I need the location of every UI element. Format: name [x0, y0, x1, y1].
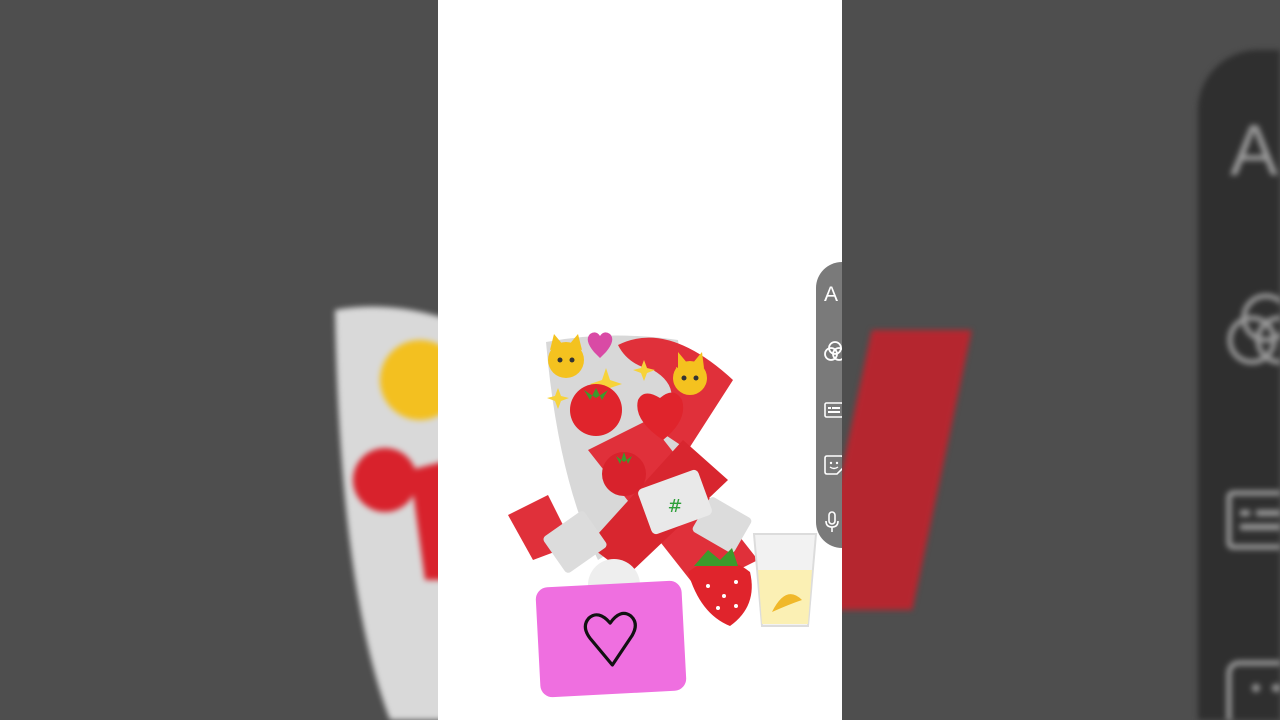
video-preview: # A: [438, 0, 842, 720]
blurred-sticker-icon: [1226, 660, 1280, 720]
blurred-toolbar: A: [1198, 50, 1280, 720]
sticker-tool-button[interactable]: [816, 447, 842, 483]
svg-text:#: #: [667, 496, 682, 517]
tomato-sticker-small: [602, 452, 646, 496]
heart-reaction-button[interactable]: [535, 580, 687, 698]
sticker-icon: [824, 455, 842, 475]
text-tool-button[interactable]: A: [816, 277, 842, 313]
captions-icon: [824, 402, 842, 418]
tomato-sticker: [570, 384, 622, 436]
voiceover-tool-button[interactable]: [816, 504, 842, 540]
heart-outline-icon: [583, 611, 637, 667]
glass-with-banana-sticker: [752, 533, 818, 627]
effects-circles-icon: [824, 341, 842, 361]
edit-toolbar: A: [816, 262, 842, 548]
effects-tool-button[interactable]: [816, 333, 842, 369]
captions-tool-button[interactable]: [816, 392, 842, 428]
microphone-icon: [825, 511, 839, 532]
text-icon: A: [824, 283, 839, 306]
blurred-sticker-art: [335, 306, 450, 720]
blurred-captions-icon: [1226, 490, 1280, 550]
blurred-text-icon: A: [1230, 111, 1279, 191]
blurred-effects-icon: [1227, 293, 1280, 365]
